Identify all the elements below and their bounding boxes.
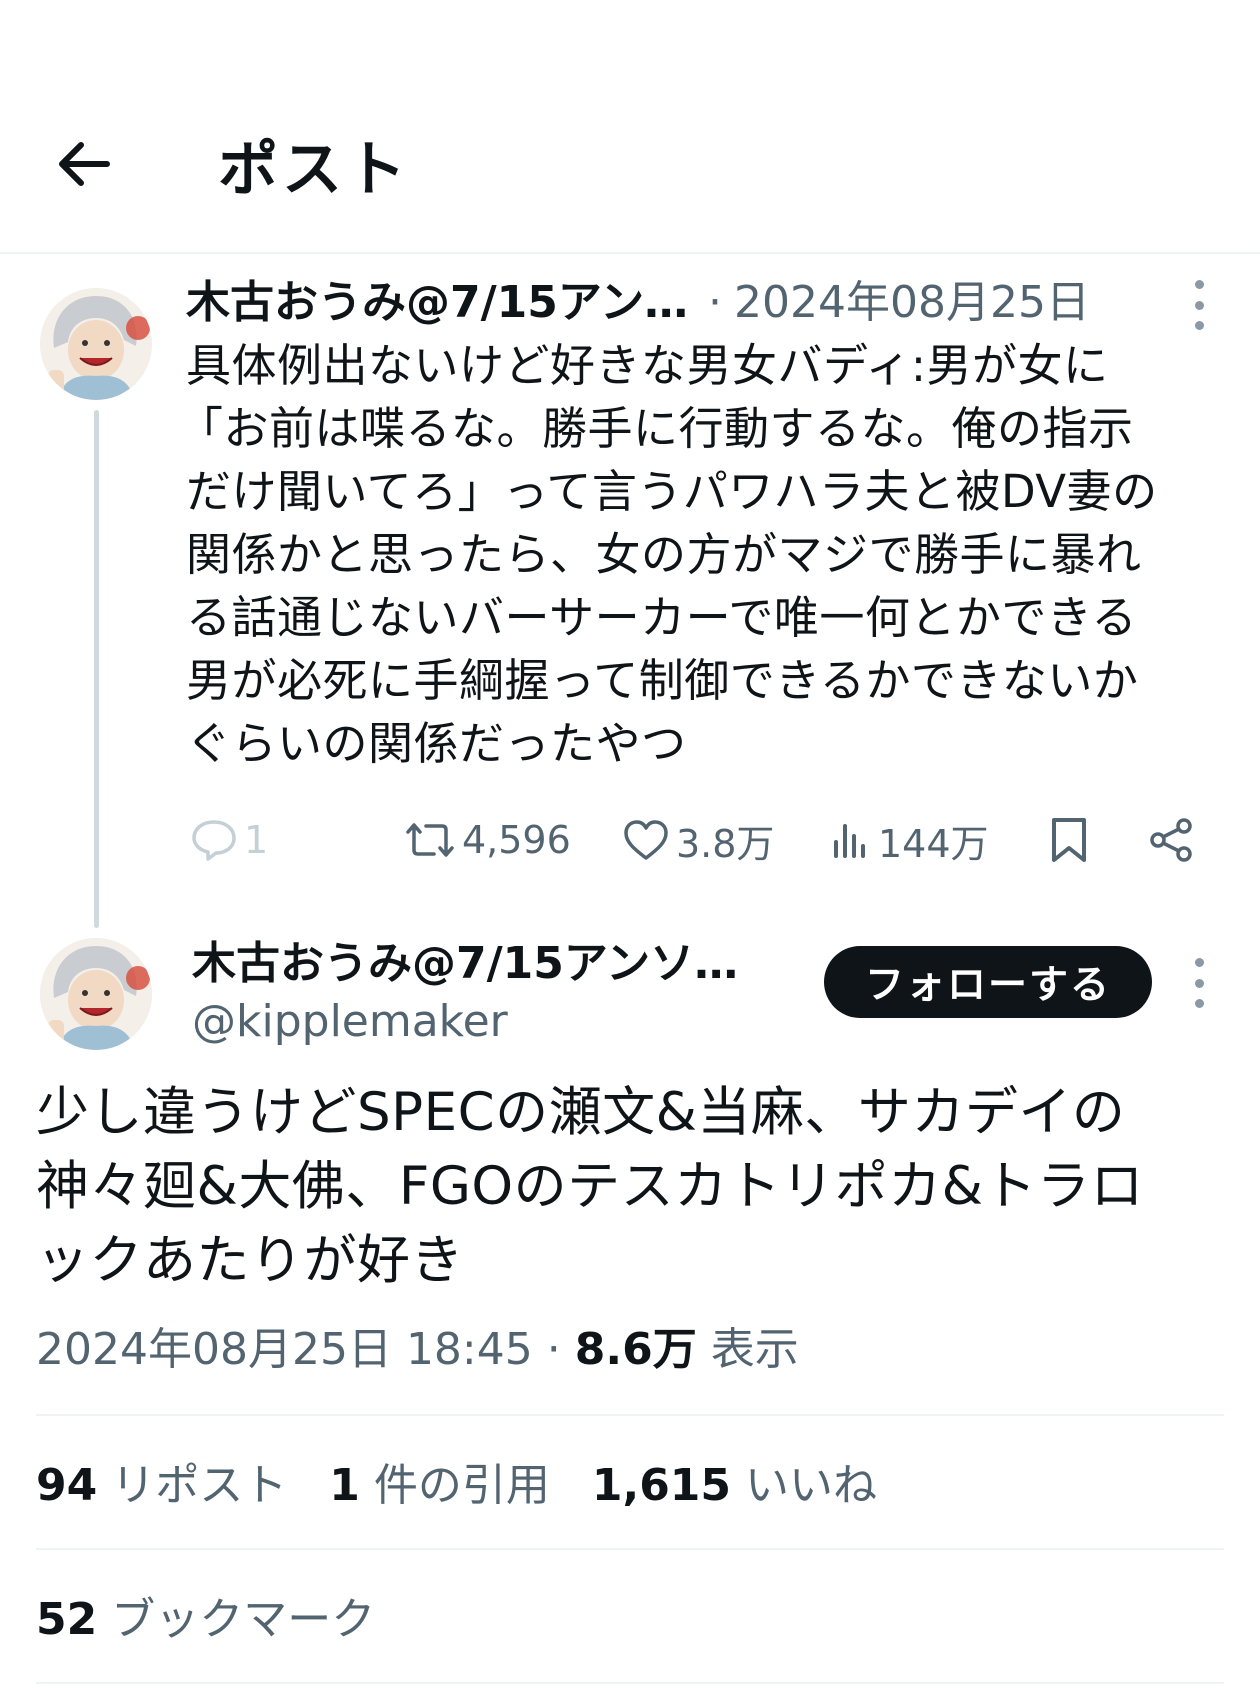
avatar[interactable] xyxy=(40,288,152,400)
more-dot-icon xyxy=(1194,999,1204,1008)
thread-connector xyxy=(94,410,99,928)
tweet-text-line: ックあたりが好き xyxy=(36,1230,464,1291)
like-button[interactable]: 3.8万 xyxy=(622,812,774,868)
likes-count: 1,615 xyxy=(591,1460,732,1511)
tweet-text-line: 男が必死に手綱握って制御できるかできないか xyxy=(186,654,1139,707)
divider xyxy=(36,1414,1224,1416)
likes-stat[interactable]: 1,615 いいね xyxy=(592,1460,877,1511)
reply-count: 1 xyxy=(244,818,269,862)
analytics-icon xyxy=(834,824,865,858)
like-count: 3.8万 xyxy=(676,821,775,866)
avatar[interactable] xyxy=(40,938,152,1050)
bookmarks-count: 52 xyxy=(36,1594,98,1645)
follow-button[interactable]: フォローする xyxy=(824,946,1152,1018)
heart-icon xyxy=(624,820,668,860)
tweet-text-line: 神々廻&大佛、FGOのテスカトリポカ&トラロ xyxy=(36,1156,1144,1217)
engagement-stats: 94 リポスト 1 件の引用 1,615 いいね xyxy=(36,1456,877,1516)
post-date[interactable]: 2024年08月25日 xyxy=(734,275,1090,331)
bookmark-button[interactable] xyxy=(1048,812,1090,868)
view-count: 144万 xyxy=(878,821,989,866)
quotes-stat[interactable]: 1 件の引用 xyxy=(329,1460,550,1511)
reply-button[interactable]: 1 xyxy=(190,812,268,868)
reply-icon xyxy=(192,820,236,861)
divider xyxy=(36,1682,1224,1684)
tweet-text-line: ぐらいの関係だったやつ xyxy=(186,717,687,770)
meta-separator: · xyxy=(546,1324,561,1375)
avatar-illustration xyxy=(40,288,152,400)
post-meta: 2024年08月25日 18:45 · 8.6万 表示 xyxy=(36,1320,799,1380)
reposts-count: 94 xyxy=(36,1460,98,1511)
reposts-stat[interactable]: 94 リポスト xyxy=(36,1460,287,1511)
tweet-text-line: 具体例出ないけど好きな男女バディ:男が女に xyxy=(186,339,1109,392)
more-dot-icon xyxy=(1194,280,1204,289)
more-options-button[interactable] xyxy=(1184,958,1214,1008)
views-label: 表示 xyxy=(710,1324,799,1375)
quotes-label: 件の引用 xyxy=(373,1460,550,1511)
tweet-text-line: 「お前は喋るな。勝手に行動するな。俺の指示 xyxy=(178,402,1134,455)
bookmarks-stat[interactable]: 52 ブックマーク xyxy=(36,1590,375,1650)
more-dot-icon xyxy=(1194,300,1204,310)
more-dot-icon xyxy=(1194,321,1204,330)
reposts-label: リポスト xyxy=(111,1460,288,1511)
back-button[interactable] xyxy=(52,132,116,196)
divider xyxy=(36,1548,1224,1550)
author-name[interactable]: 木古おうみ@7/15アンソ… xyxy=(192,936,738,992)
arrow-left-icon xyxy=(59,142,110,186)
quotes-count: 1 xyxy=(329,1460,360,1511)
tweet-body: 具体例出ないけど好きな男女バディ:男が女に 「お前は喋るな。勝手に行動するな。俺… xyxy=(178,334,1246,775)
author-name[interactable]: 木古おうみ@7/15アン… xyxy=(186,275,688,331)
top-bar: ポスト xyxy=(0,0,1260,254)
page-title: ポスト xyxy=(218,135,410,205)
bookmarks-label: ブックマーク xyxy=(111,1594,376,1645)
more-options-button[interactable] xyxy=(1184,280,1214,330)
likes-label: いいね xyxy=(745,1460,878,1511)
repost-count: 4,596 xyxy=(462,818,571,862)
more-dot-icon xyxy=(1194,958,1204,967)
tweet-text-line: だけ聞いてろ」って言うパワハラ夫と被DV妻の xyxy=(186,465,1158,518)
share-button[interactable] xyxy=(1148,812,1196,868)
share-icon xyxy=(1150,818,1192,862)
repost-button[interactable]: 4,596 xyxy=(404,812,571,868)
post-timestamp[interactable]: 2024年08月25日 18:45 xyxy=(36,1324,533,1375)
date-separator: · xyxy=(708,277,722,328)
repost-icon xyxy=(406,823,454,857)
avatar-illustration xyxy=(40,938,152,1050)
views-button[interactable]: 144万 xyxy=(830,812,989,868)
tweet-text-line: 少し違うけどSPECの瀬文&当麻、サカデイの xyxy=(36,1082,1126,1143)
tweet-text-line: る話通じないバーサーカーで唯一何とかできる xyxy=(186,591,1138,644)
more-dot-icon xyxy=(1194,978,1204,988)
views-count: 8.6万 xyxy=(574,1324,697,1375)
author-handle[interactable]: @kipplemaker xyxy=(192,994,508,1050)
tweet-body: 少し違うけどSPECの瀬文&当麻、サカデイの 神々廻&大佛、FGOのテスカトリポ… xyxy=(36,1076,1236,1298)
tweet-text-line: 関係かと思ったら、女の方がマジで勝手に暴れ xyxy=(186,528,1142,581)
bookmark-icon xyxy=(1052,818,1086,862)
